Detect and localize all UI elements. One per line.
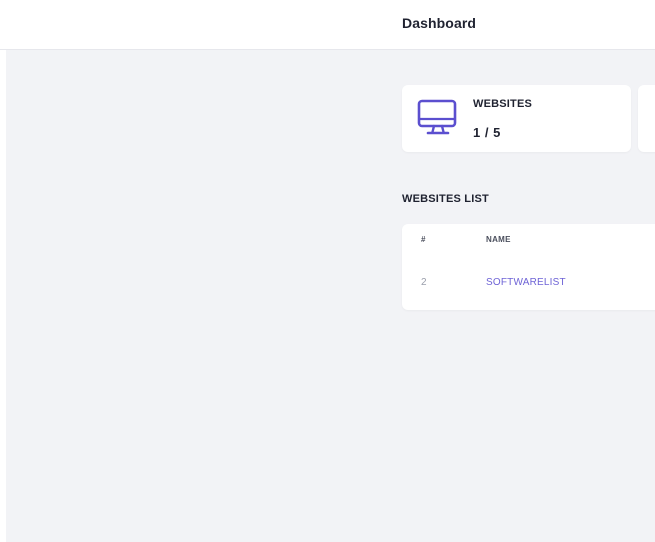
- website-name-link[interactable]: SOFTWARELIST: [486, 277, 566, 288]
- row-number: 2: [421, 277, 427, 288]
- page-title: Dashboard: [402, 15, 477, 31]
- websites-table: # NAME 2 SOFTWARELIST: [402, 224, 655, 310]
- column-header-number[interactable]: #: [421, 235, 426, 244]
- websites-stat-card: WEBSITES 1 / 5: [402, 85, 631, 152]
- column-header-name[interactable]: NAME: [486, 235, 511, 244]
- monitor-icon: [416, 95, 460, 139]
- sidebar-edge: [0, 0, 6, 542]
- top-header: Dashboard: [0, 0, 655, 50]
- stat-value-websites: 1 / 5: [473, 125, 501, 140]
- dashboard-page: Dashboard WEBSITES 1 / 5 WEBSITES LIST #…: [0, 0, 655, 542]
- websites-list-title: WEBSITES LIST: [402, 193, 489, 205]
- secondary-stat-card: [638, 85, 655, 152]
- stat-label-websites: WEBSITES: [473, 98, 533, 110]
